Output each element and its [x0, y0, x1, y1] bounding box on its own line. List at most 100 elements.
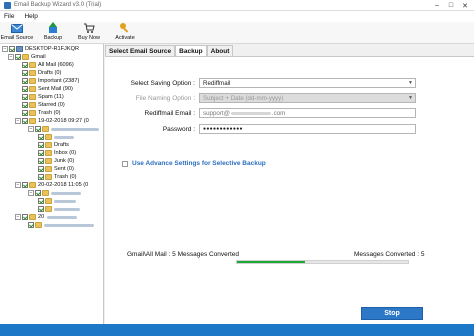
tab-select-email-source[interactable]: Select Email Source — [105, 45, 176, 56]
email-field[interactable]: support@ .com — [199, 108, 416, 118]
collapse-icon[interactable]: − — [2, 46, 8, 52]
minimize-icon[interactable]: – — [430, 0, 444, 11]
folder-icon — [29, 214, 36, 220]
subfolder-label: Trash (0) — [54, 174, 77, 180]
checkbox[interactable] — [38, 158, 44, 164]
email-source-button[interactable]: Email Source — [0, 22, 34, 41]
checkbox[interactable] — [38, 166, 44, 172]
buy-now-label: Buy Now — [77, 35, 100, 41]
tree-subfolder-blurred[interactable] — [38, 133, 74, 141]
tree-folder[interactable]: Spam (11) — [22, 93, 64, 101]
window-controls: – □ ✕ — [430, 0, 472, 11]
saving-option-value: Rediffmail — [203, 79, 231, 87]
checkbox[interactable] — [22, 110, 28, 116]
tree-account-blurred[interactable] — [28, 221, 94, 229]
collapse-icon[interactable]: − — [15, 118, 21, 124]
checkbox[interactable] — [38, 206, 44, 212]
checkbox[interactable] — [22, 94, 28, 100]
tab-strip: Select Email Source Backup About — [105, 45, 234, 56]
folder-icon — [45, 158, 52, 164]
checkbox[interactable] — [35, 126, 41, 132]
envelope-icon — [11, 22, 23, 34]
redacted-text — [47, 215, 78, 219]
checkbox[interactable] — [38, 150, 44, 156]
tree-account-blurred[interactable]: − — [28, 125, 99, 133]
maximize-icon[interactable]: □ — [444, 0, 458, 11]
folder-icon — [29, 118, 36, 124]
folder-tree[interactable]: − DESKTOP-R1FJKQR − Gmail All Mail (6096… — [0, 44, 104, 324]
menu-file[interactable]: File — [4, 13, 14, 20]
collapse-icon[interactable]: − — [28, 126, 34, 132]
collapse-icon[interactable]: − — [28, 190, 34, 196]
buy-now-button[interactable]: Buy Now — [74, 22, 104, 41]
activate-button[interactable]: Activate — [110, 22, 140, 41]
naming-option-value: Subject + Date (dd-mm-yyyy) — [203, 94, 284, 102]
stop-button[interactable]: Stop — [361, 307, 423, 320]
folder-label: Sent Mail (90) — [38, 86, 73, 92]
checkbox[interactable] — [38, 142, 44, 148]
saving-option-select[interactable]: Rediffmail ▼ — [199, 78, 416, 88]
collapse-icon[interactable]: − — [15, 182, 21, 188]
checkbox[interactable] — [22, 62, 28, 68]
folder-icon — [29, 70, 36, 76]
checkbox[interactable] — [22, 78, 28, 84]
date-folder-label: 19-02-2018 09:27 (0 — [38, 118, 89, 124]
tree-subfolder[interactable]: Trash (0) — [38, 173, 76, 181]
checkbox[interactable] — [22, 102, 28, 108]
tree-folder[interactable]: All Mail (6096) — [22, 61, 74, 69]
tree-account-blurred[interactable]: − — [28, 189, 81, 197]
tab-about[interactable]: About — [206, 45, 234, 56]
close-icon[interactable]: ✕ — [458, 0, 472, 11]
naming-option-label: File Naming Option : — [135, 95, 195, 102]
menu-bar: File Help — [0, 11, 474, 22]
checkbox[interactable] — [22, 182, 28, 188]
tree-folder[interactable]: Drafts (0) — [22, 69, 61, 77]
email-source-label: Email Source — [0, 35, 34, 41]
checkbox[interactable] — [22, 118, 28, 124]
tree-date-folder[interactable]: − 19-02-2018 09:27 (0 — [15, 117, 89, 125]
checkbox[interactable] — [38, 134, 44, 140]
tree-folder[interactable]: Trash (0) — [22, 109, 60, 117]
tree-subfolder-blurred[interactable] — [38, 205, 80, 213]
tree-account[interactable]: − Gmail — [8, 53, 46, 61]
folder-icon — [29, 102, 36, 108]
password-field[interactable]: ●●●●●●●●●●●● — [199, 124, 416, 134]
checkbox[interactable] — [22, 214, 28, 220]
menu-help[interactable]: Help — [24, 13, 37, 20]
folder-icon — [45, 198, 52, 204]
backup-button[interactable]: Backup — [38, 22, 68, 41]
advance-settings-checkbox[interactable] — [122, 160, 128, 167]
collapse-icon[interactable]: − — [8, 54, 14, 60]
tree-root[interactable]: − DESKTOP-R1FJKQR — [2, 45, 79, 53]
tree-folder[interactable]: Starred (0) — [22, 101, 65, 109]
tab-backup[interactable]: Backup — [175, 45, 207, 56]
tree-subfolder[interactable]: Drafts — [38, 141, 69, 149]
tree-folder[interactable]: Sent Mail (90) — [22, 85, 73, 93]
checkbox[interactable] — [9, 46, 15, 52]
tree-folder[interactable]: Important (2387) — [22, 77, 79, 85]
redacted-text — [51, 191, 81, 195]
date-folder-label: 20 — [38, 214, 45, 220]
checkbox[interactable] — [35, 190, 41, 196]
checkbox[interactable] — [15, 54, 21, 60]
checkbox[interactable] — [38, 198, 44, 204]
status-bar — [0, 324, 474, 336]
advance-settings-option[interactable]: Use Advance Settings for Selective Backu… — [122, 160, 266, 167]
tree-subfolder[interactable]: Inbox (0) — [38, 149, 76, 157]
chevron-down-icon: ▼ — [408, 80, 413, 86]
checkbox[interactable] — [22, 70, 28, 76]
collapse-icon[interactable]: − — [15, 214, 21, 220]
folder-icon — [42, 126, 49, 132]
subfolder-label: Junk (0) — [54, 158, 75, 164]
tree-subfolder-blurred[interactable] — [38, 197, 76, 205]
naming-option-select[interactable]: Subject + Date (dd-mm-yyyy) ▼ — [199, 93, 416, 103]
tree-subfolder[interactable]: Sent (0) — [38, 165, 74, 173]
tree-date-folder[interactable]: − 20-02-2018 11:05 (0 — [15, 181, 88, 189]
title-bar: Email Backup Wizard v3.0 (Trial) – □ ✕ — [0, 0, 474, 11]
checkbox[interactable] — [22, 86, 28, 92]
tree-subfolder[interactable]: Junk (0) — [38, 157, 74, 165]
checkbox[interactable] — [38, 174, 44, 180]
tree-date-folder[interactable]: − 20 — [15, 213, 78, 221]
cart-icon — [83, 22, 95, 34]
checkbox[interactable] — [28, 222, 34, 228]
